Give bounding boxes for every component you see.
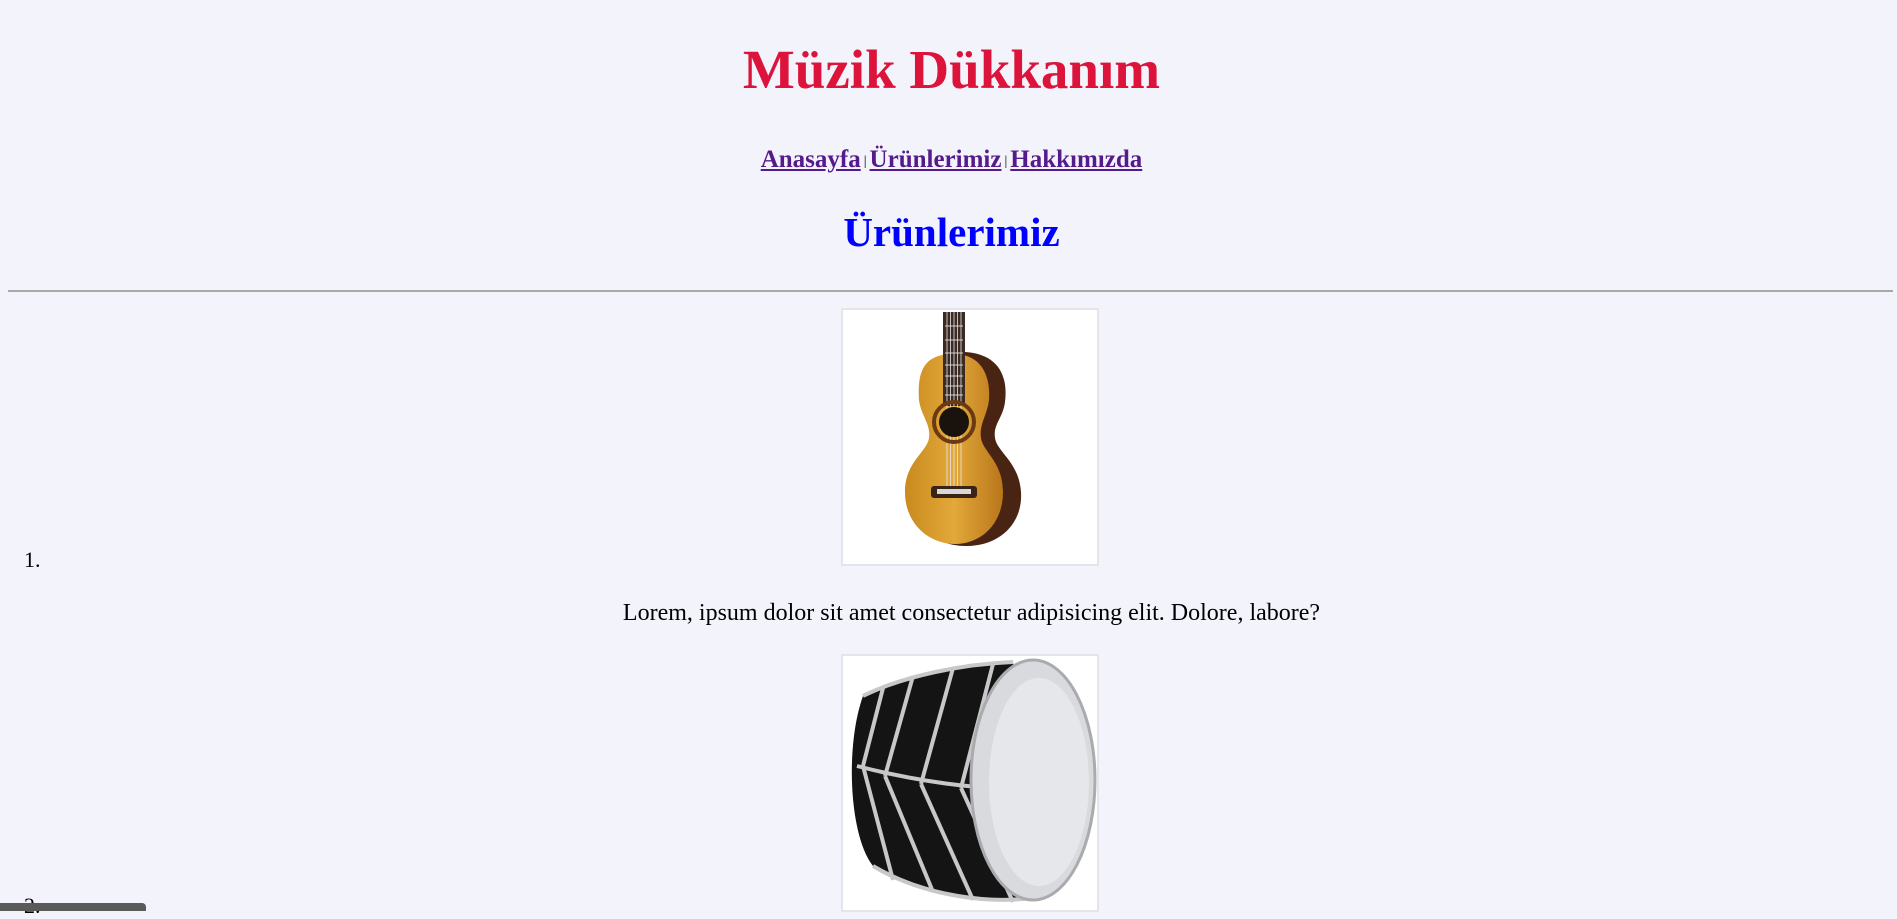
- product-image-drum: [841, 654, 1099, 912]
- page-heading: Ürünlerimiz: [843, 209, 1060, 255]
- nav-separator: |: [1004, 154, 1008, 169]
- site-title: Müzik Dükkanım: [742, 39, 1161, 100]
- drum-icon: [851, 658, 1097, 903]
- status-bar: [0, 903, 146, 911]
- main-nav: Anasayfa | Ürünlerimiz | Hakkımızda: [0, 146, 1897, 174]
- guitar-icon: [905, 312, 1022, 546]
- nav-link-urunlerimiz[interactable]: Ürünlerimiz: [870, 146, 1002, 173]
- product-image-guitar: [841, 308, 1099, 566]
- nav-separator: |: [863, 154, 867, 169]
- product-description: Lorem, ipsum dolor sit amet consectetur …: [622, 600, 1321, 626]
- nav-link-hakkimizda[interactable]: Hakkımızda: [1010, 146, 1142, 173]
- nav-link-anasayfa[interactable]: Anasayfa: [761, 146, 861, 173]
- product-number: 1.: [24, 547, 41, 572]
- divider: [8, 290, 1893, 292]
